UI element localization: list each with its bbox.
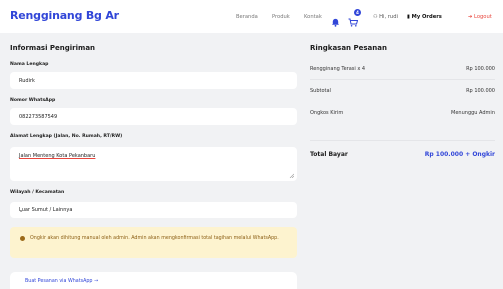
nav-link-beranda[interactable]: Beranda bbox=[236, 14, 258, 20]
bell-icon[interactable] bbox=[331, 12, 340, 31]
whatsapp-order-button[interactable]: Buat Pesanan via WhatsApp → bbox=[10, 272, 297, 289]
logout-label: Logout bbox=[474, 14, 492, 20]
user-greeting: Hi, rudi bbox=[379, 14, 398, 20]
item-price: Rp 100.000 bbox=[466, 66, 495, 72]
item-label: Rengginang Terasi x 4 bbox=[310, 66, 366, 72]
logout-link[interactable]: ➔ Logout bbox=[468, 14, 492, 20]
shipping-notice: Ongkir akan dihitung manual oleh admin. … bbox=[10, 227, 297, 258]
phone-label: Nomor WhatsApp bbox=[10, 98, 56, 103]
name-field[interactable]: Rudirk bbox=[10, 72, 297, 89]
orders-icon: ▮ bbox=[407, 14, 410, 20]
shipping-cost-label: Ongkos Kirim bbox=[310, 110, 344, 116]
brand-logo[interactable]: Rengginang Bg Ar bbox=[10, 9, 119, 22]
shipping-section-title: Informasi Pengiriman bbox=[10, 44, 96, 52]
summary-divider bbox=[310, 79, 495, 80]
cart-icon bbox=[348, 18, 359, 27]
region-label: Wilayah / Kecamatan bbox=[10, 190, 65, 195]
name-value: Rudirk bbox=[19, 78, 35, 84]
phone-field[interactable]: 082273587549 bbox=[10, 108, 297, 125]
subtotal-value: Rp 100.000 bbox=[466, 88, 495, 94]
user-icon: ⚇ bbox=[373, 14, 378, 20]
subtotal-label: Subtotal bbox=[310, 88, 331, 94]
notice-text: Ongkir akan dihitung manual oleh admin. … bbox=[30, 236, 279, 241]
user-menu[interactable]: ⚇ Hi, rudi bbox=[373, 14, 398, 20]
my-orders-label: My Orders bbox=[411, 14, 442, 20]
region-select[interactable]: Luar Sumut / Lainnya ⌄ bbox=[10, 202, 297, 218]
address-value: Jalan Menteng Kota Pekanbaru bbox=[19, 153, 96, 159]
info-icon bbox=[20, 236, 25, 241]
name-label: Nama Lengkap bbox=[10, 62, 49, 67]
total-label: Total Bayar bbox=[310, 151, 348, 158]
whatsapp-order-label: Buat Pesanan via WhatsApp → bbox=[25, 279, 98, 284]
cart-button[interactable]: 4 bbox=[348, 9, 362, 27]
total-value: Rp 100.000 + Ongkir bbox=[424, 151, 495, 158]
summary-divider bbox=[310, 140, 495, 141]
nav-link-produk[interactable]: Produk bbox=[272, 14, 290, 20]
my-orders-link[interactable]: ▮ My Orders bbox=[407, 14, 442, 20]
resize-grip-icon[interactable] bbox=[289, 173, 294, 178]
nav-link-kontak[interactable]: Kontak bbox=[304, 14, 322, 20]
cart-count-badge: 4 bbox=[354, 9, 361, 16]
chevron-down-icon: ⌄ bbox=[19, 208, 24, 214]
summary-section-title: Ringkasan Pesanan bbox=[310, 44, 387, 52]
address-field[interactable]: Jalan Menteng Kota Pekanbaru bbox=[10, 147, 297, 181]
logout-icon: ➔ bbox=[468, 14, 473, 20]
address-label: Alamat Lengkap (Jalan, No. Rumah, RT/RW) bbox=[10, 134, 123, 139]
navbar: Rengginang Bg Ar Beranda Produk Kontak 4… bbox=[0, 0, 503, 33]
phone-value: 082273587549 bbox=[19, 114, 58, 120]
shipping-cost-value: Menunggu Admin bbox=[451, 110, 495, 116]
